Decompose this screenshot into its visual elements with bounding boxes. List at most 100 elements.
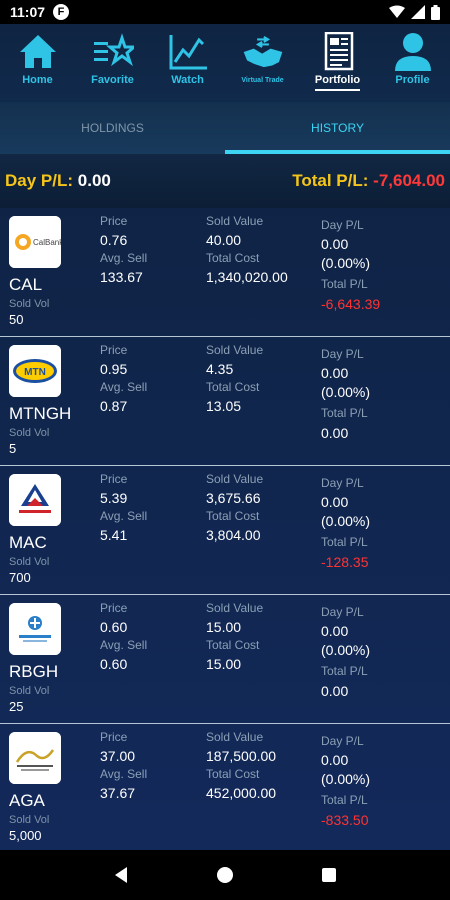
mtn-logo: MTN: [9, 345, 61, 397]
aga-logo-icon: [9, 732, 61, 784]
mac-logo-icon: [9, 474, 61, 526]
total-cost-label: Total Cost: [206, 251, 260, 265]
pl-summary: Day P/L: 0.00 Total P/L: -7,604.00: [0, 154, 450, 208]
nav-profile-label: Profile: [395, 74, 430, 86]
history-row-cal[interactable]: CalBank CAL Sold Vol 50 Price 0.76 Avg. …: [0, 208, 450, 337]
avg-sell-value: 0.60: [100, 656, 128, 672]
status-bar: 11:07 F: [0, 0, 450, 24]
total-cost-label: Total Cost: [206, 767, 260, 781]
symbol: MAC: [9, 533, 47, 552]
avg-sell-label: Avg. Sell: [100, 251, 148, 265]
nav-home[interactable]: Home: [2, 32, 74, 86]
total-pl-label: Total P/L: [321, 406, 368, 420]
tab-history[interactable]: HISTORY: [225, 102, 450, 154]
day-pl-value: 0.00: [321, 236, 349, 252]
price-value: 0.95: [100, 361, 128, 377]
favorite-icon: [93, 33, 134, 67]
history-row-aga[interactable]: AGA Sold Vol 5,000 Price 37.00 Avg. Sell…: [0, 724, 450, 850]
price-label: Price: [100, 472, 128, 486]
sold-vol-label: Sold Vol: [9, 298, 50, 310]
sold-vol-label: Sold Vol: [9, 685, 50, 697]
day-pl-label: Day P/L:: [5, 171, 74, 190]
price-label: Price: [100, 730, 128, 744]
nav-portfolio-label: Portfolio: [314, 74, 361, 91]
total-pl: Total P/L: -7,604.00: [292, 171, 445, 191]
rbgh-logo-icon: [9, 603, 61, 655]
recents-icon[interactable]: [321, 867, 337, 883]
history-list[interactable]: CalBank CAL Sold Vol 50 Price 0.76 Avg. …: [0, 208, 450, 850]
nav-home-label: Home: [22, 74, 53, 86]
sold-value-value: 15.00: [206, 619, 242, 635]
handshake-icon: [243, 35, 282, 68]
avg-sell-value: 37.67: [100, 785, 136, 801]
avg-sell-label: Avg. Sell: [100, 767, 148, 781]
notification-f-icon: F: [53, 4, 70, 20]
battery-icon: [431, 4, 440, 20]
total-cost-label: Total Cost: [206, 380, 260, 394]
day-pl-label: Day P/L: [321, 347, 364, 361]
sold-value-label: Sold Value: [206, 472, 264, 486]
history-row-mtngh[interactable]: MTN MTNGH Sold Vol 5 Price 0.95 Avg. Sel…: [0, 337, 450, 466]
day-pl-percent: (0.00%): [321, 384, 371, 400]
price-value: 0.60: [100, 619, 128, 635]
avg-sell-value: 5.41: [100, 527, 128, 543]
portfolio-tabs: HOLDINGS HISTORY: [0, 102, 450, 154]
status-icons: [389, 4, 440, 20]
tab-holdings[interactable]: HOLDINGS: [0, 102, 225, 154]
day-pl-label: Day P/L: [321, 218, 364, 232]
total-cost-value: 1,340,020.00: [206, 269, 288, 285]
avg-sell-label: Avg. Sell: [100, 509, 148, 523]
symbol: MTNGH: [9, 404, 72, 423]
nav-favorite-label: Favorite: [91, 74, 134, 86]
day-pl-value: 0.00: [321, 494, 349, 510]
sold-value-label: Sold Value: [206, 214, 264, 228]
nav-portfolio[interactable]: Portfolio: [302, 32, 374, 91]
sold-vol-label: Sold Vol: [9, 556, 50, 568]
sold-vol-value: 5: [9, 441, 17, 456]
mtn-logo-icon: MTN: [9, 345, 61, 397]
symbol: RBGH: [9, 662, 59, 681]
total-pl-label: Total P/L: [321, 793, 368, 807]
cal-logo-text: CalBank: [33, 238, 61, 247]
nav-profile[interactable]: Profile: [377, 32, 449, 86]
day-pl-percent: (0.00%): [321, 642, 371, 658]
profile-icon: [394, 33, 431, 71]
sold-vol-value: 700: [9, 570, 31, 585]
price-value: 5.39: [100, 490, 128, 506]
avg-sell-value: 0.87: [100, 398, 128, 414]
total-pl-label: Total P/L:: [292, 171, 369, 190]
watch-chart-icon: [169, 35, 207, 70]
sold-value-label: Sold Value: [206, 343, 264, 357]
avg-sell-label: Avg. Sell: [100, 380, 148, 394]
nav-favorite[interactable]: Favorite: [77, 32, 149, 86]
nav-virtual-trade[interactable]: Virtual Trade: [227, 32, 299, 84]
day-pl-value: 0.00: [321, 623, 349, 639]
price-label: Price: [100, 343, 128, 357]
sold-value-label: Sold Value: [206, 601, 264, 615]
day-pl-value: 0.00: [77, 171, 111, 190]
history-row-mac[interactable]: MAC Sold Vol 700 Price 5.39 Avg. Sell 5.…: [0, 466, 450, 595]
total-cost-value: 452,000.00: [206, 785, 277, 801]
total-pl-label: Total P/L: [321, 535, 368, 549]
nav-watch[interactable]: Watch: [152, 32, 224, 86]
mac-logo: [9, 474, 61, 526]
day-pl-label: Day P/L: [321, 734, 364, 748]
total-pl-value: 0.00: [321, 425, 349, 441]
calbank-logo-icon: CalBank: [9, 216, 61, 268]
sold-vol-label: Sold Vol: [9, 814, 50, 826]
portfolio-document-icon: [324, 32, 353, 71]
symbol: CAL: [9, 275, 43, 294]
history-row-rbgh[interactable]: RBGH Sold Vol 25 Price 0.60 Avg. Sell 0.…: [0, 595, 450, 724]
rbgh-logo: [9, 603, 61, 655]
price-value: 0.76: [100, 232, 128, 248]
top-navigation: Home Favorite Watch Virtual Trade Portfo…: [0, 24, 450, 102]
avg-sell-value: 133.67: [100, 269, 143, 285]
back-icon[interactable]: [113, 866, 129, 884]
day-pl-percent: (0.00%): [321, 513, 371, 529]
sold-value-value: 187,500.00: [206, 748, 277, 764]
system-navigation-bar: [0, 850, 450, 900]
sold-value-value: 4.35: [206, 361, 234, 377]
day-pl-percent: (0.00%): [321, 771, 371, 787]
day-pl-label: Day P/L: [321, 605, 364, 619]
home-circle-icon[interactable]: [216, 866, 234, 884]
